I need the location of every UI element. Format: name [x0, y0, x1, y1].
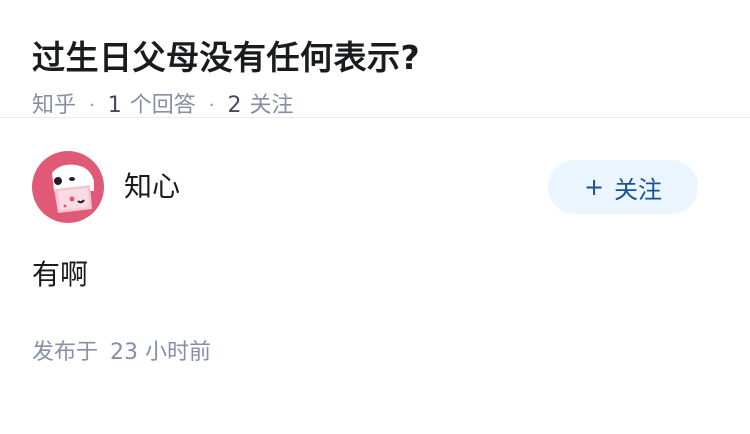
- published-value: 23 小时前: [110, 340, 212, 365]
- published-prefix: 发布于: [32, 340, 99, 365]
- source-label[interactable]: 知乎: [32, 89, 76, 123]
- question-title[interactable]: 过生日父母没有任何表示?: [32, 33, 718, 83]
- avatar[interactable]: [32, 151, 104, 223]
- avatar-image: [32, 151, 104, 223]
- meta-separator: ·: [208, 95, 215, 116]
- answer-item: 知心 + 关注 有啊 发布于 23 小时前: [0, 118, 750, 369]
- question-page: 过生日父母没有任何表示? 知乎 · 1 个回答 · 2 关注 知心 + 关注 有…: [0, 0, 750, 434]
- follow-button-label: 关注: [614, 175, 663, 204]
- answers-count: 1: [107, 93, 122, 118]
- plus-icon: +: [583, 173, 605, 201]
- meta-separator: ·: [89, 95, 95, 116]
- followers-count: 2: [227, 93, 242, 118]
- author-name[interactable]: 知心: [124, 167, 180, 207]
- answers-label[interactable]: 个回答: [130, 89, 196, 123]
- answer-content[interactable]: 有啊: [32, 254, 718, 296]
- answer-time: 发布于 23 小时前: [32, 337, 718, 369]
- question-header: 过生日父母没有任何表示? 知乎 · 1 个回答 · 2 关注: [0, 0, 750, 118]
- followers-label[interactable]: 关注: [250, 89, 294, 123]
- follow-button[interactable]: + 关注: [548, 160, 698, 214]
- author-row: 知心 + 关注: [32, 150, 718, 224]
